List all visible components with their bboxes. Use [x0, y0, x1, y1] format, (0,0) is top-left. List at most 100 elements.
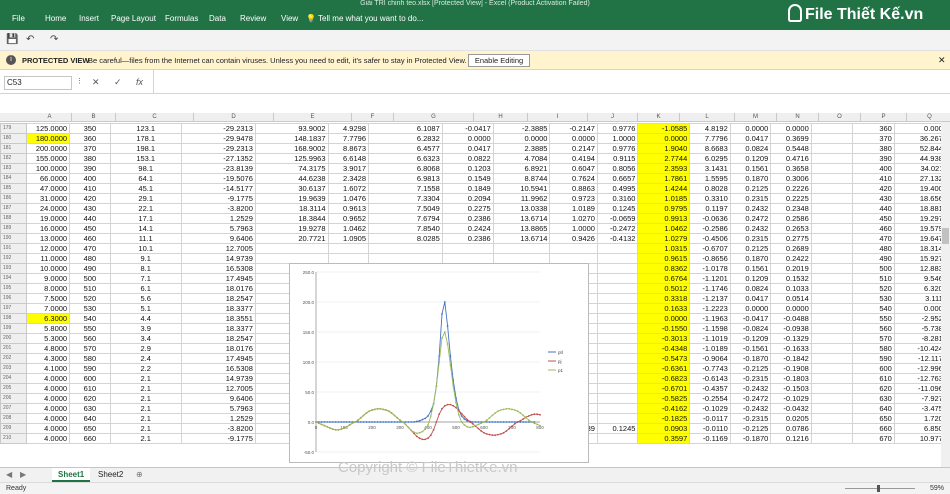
cell[interactable]: 13.8865 [492, 223, 551, 234]
row-header[interactable]: 187 [0, 203, 28, 214]
cell[interactable]: 13.6714 [492, 213, 551, 224]
cell[interactable]: -0.6707 [689, 243, 731, 254]
cell[interactable]: 0.9652 [327, 213, 369, 224]
cell[interactable]: -29.9478 [180, 133, 256, 144]
cell[interactable]: 0.3310 [689, 193, 731, 204]
cell[interactable]: 0.3699 [770, 133, 812, 144]
cell[interactable] [596, 343, 639, 354]
cell[interactable]: 18.2547 [180, 333, 256, 344]
cell[interactable]: 0.8362 [637, 263, 691, 274]
cell[interactable] [810, 373, 853, 384]
cell[interactable]: 0.7624 [549, 173, 598, 184]
cell[interactable]: 4.0000 [26, 383, 71, 394]
cell[interactable]: 18.3377 [180, 303, 256, 314]
cell[interactable]: -0.0824 [729, 323, 772, 334]
cell[interactable]: 0.9426 [549, 233, 598, 244]
cell[interactable]: 3.4 [109, 333, 182, 344]
cell[interactable] [327, 243, 369, 254]
cell[interactable]: 22.1 [109, 203, 182, 214]
cell[interactable] [810, 193, 853, 204]
cell[interactable] [254, 253, 329, 264]
tab-view[interactable]: View [281, 14, 298, 23]
cell[interactable]: 540 [851, 303, 895, 314]
cell[interactable]: 0.0000 [549, 133, 598, 144]
cell[interactable]: -0.1029 [770, 393, 812, 404]
cell[interactable]: 1.2529 [180, 213, 256, 224]
cell[interactable]: 14.1 [109, 223, 182, 234]
cell[interactable] [810, 323, 853, 334]
cell[interactable]: 12.0000 [26, 243, 71, 254]
cell[interactable]: 1.0462 [637, 223, 691, 234]
cell[interactable]: 580 [851, 343, 895, 354]
cell[interactable]: 560 [851, 323, 895, 334]
cell[interactable]: 1.7861 [637, 173, 691, 184]
cell[interactable]: -0.8656 [689, 253, 731, 264]
cell[interactable]: -29.2313 [180, 143, 256, 154]
cell[interactable]: 31.0000 [26, 193, 71, 204]
cell[interactable] [596, 263, 639, 274]
cell[interactable]: 0.2125 [729, 183, 772, 194]
row-header[interactable]: 208 [0, 413, 28, 424]
cell[interactable]: -0.6823 [637, 373, 691, 384]
cell[interactable] [810, 293, 853, 304]
row-header[interactable]: 205 [0, 383, 28, 394]
cell[interactable]: 550 [851, 313, 895, 324]
cell[interactable]: 1.0270 [549, 213, 598, 224]
cell[interactable]: 7.6794 [368, 213, 443, 224]
cell[interactable]: 4.1000 [26, 363, 71, 374]
cell[interactable]: 640 [69, 413, 111, 424]
cell[interactable]: 4.0000 [26, 403, 71, 414]
cell[interactable]: 500 [851, 263, 895, 274]
cell[interactable]: 430 [851, 193, 895, 204]
cell[interactable]: -0.0659 [596, 213, 639, 224]
row-header[interactable]: 185 [0, 183, 28, 194]
cell[interactable]: 0.2472 [729, 213, 772, 224]
cell[interactable]: 520 [851, 283, 895, 294]
row-header[interactable]: 209 [0, 423, 28, 434]
cell[interactable]: -27.1352 [180, 153, 256, 164]
cell[interactable]: 17.1 [109, 213, 182, 224]
cell[interactable]: 400 [851, 163, 895, 174]
cell[interactable] [254, 243, 329, 254]
cell[interactable] [810, 143, 853, 154]
cell[interactable] [492, 243, 551, 254]
cell[interactable] [596, 353, 639, 364]
cell[interactable]: 0.0000 [770, 303, 812, 314]
cell[interactable]: 24.0000 [26, 203, 71, 214]
cell[interactable]: 13.0000 [26, 233, 71, 244]
save-icon[interactable]: 💾 [6, 34, 18, 45]
cell[interactable]: 7.3304 [368, 193, 443, 204]
cell[interactable] [596, 253, 639, 264]
cell[interactable]: 1.4244 [637, 183, 691, 194]
cell[interactable]: 4.0000 [26, 433, 71, 444]
cell[interactable]: -0.3013 [637, 333, 691, 344]
cell[interactable] [596, 373, 639, 384]
cell[interactable]: -0.1842 [770, 353, 812, 364]
cell[interactable]: -0.6143 [689, 373, 731, 384]
cell[interactable]: 370 [851, 133, 895, 144]
function-icon[interactable]: fx [136, 77, 143, 87]
cell[interactable]: 7.8540 [368, 223, 443, 234]
cell[interactable]: 480 [69, 253, 111, 264]
cell[interactable]: 490 [69, 263, 111, 274]
cell[interactable]: 29.1 [109, 193, 182, 204]
cell[interactable]: 570 [69, 343, 111, 354]
cell[interactable]: 390 [69, 163, 111, 174]
cell[interactable]: 16.0000 [26, 223, 71, 234]
cell[interactable] [810, 253, 853, 264]
enable-editing-button[interactable]: Enable Editing [468, 54, 530, 67]
cell[interactable]: 17.4945 [180, 273, 256, 284]
line-chart[interactable]: 250.0200.0150.0100.050.00.0-50.001002003… [289, 263, 589, 463]
cell[interactable]: 630 [69, 403, 111, 414]
cell[interactable]: 660 [69, 433, 111, 444]
cell[interactable]: 19.0000 [26, 213, 71, 224]
cell[interactable]: 13.6714 [492, 233, 551, 244]
cell[interactable]: 10.5941 [492, 183, 551, 194]
row-header[interactable]: 194 [0, 273, 28, 284]
cell[interactable]: 660 [851, 423, 895, 434]
cell[interactable]: -0.2586 [689, 223, 731, 234]
cell[interactable]: -0.1550 [637, 323, 691, 334]
close-icon[interactable]: ✕ [938, 55, 946, 66]
cell[interactable]: 1.0189 [549, 203, 598, 214]
cell[interactable]: 600 [69, 373, 111, 384]
